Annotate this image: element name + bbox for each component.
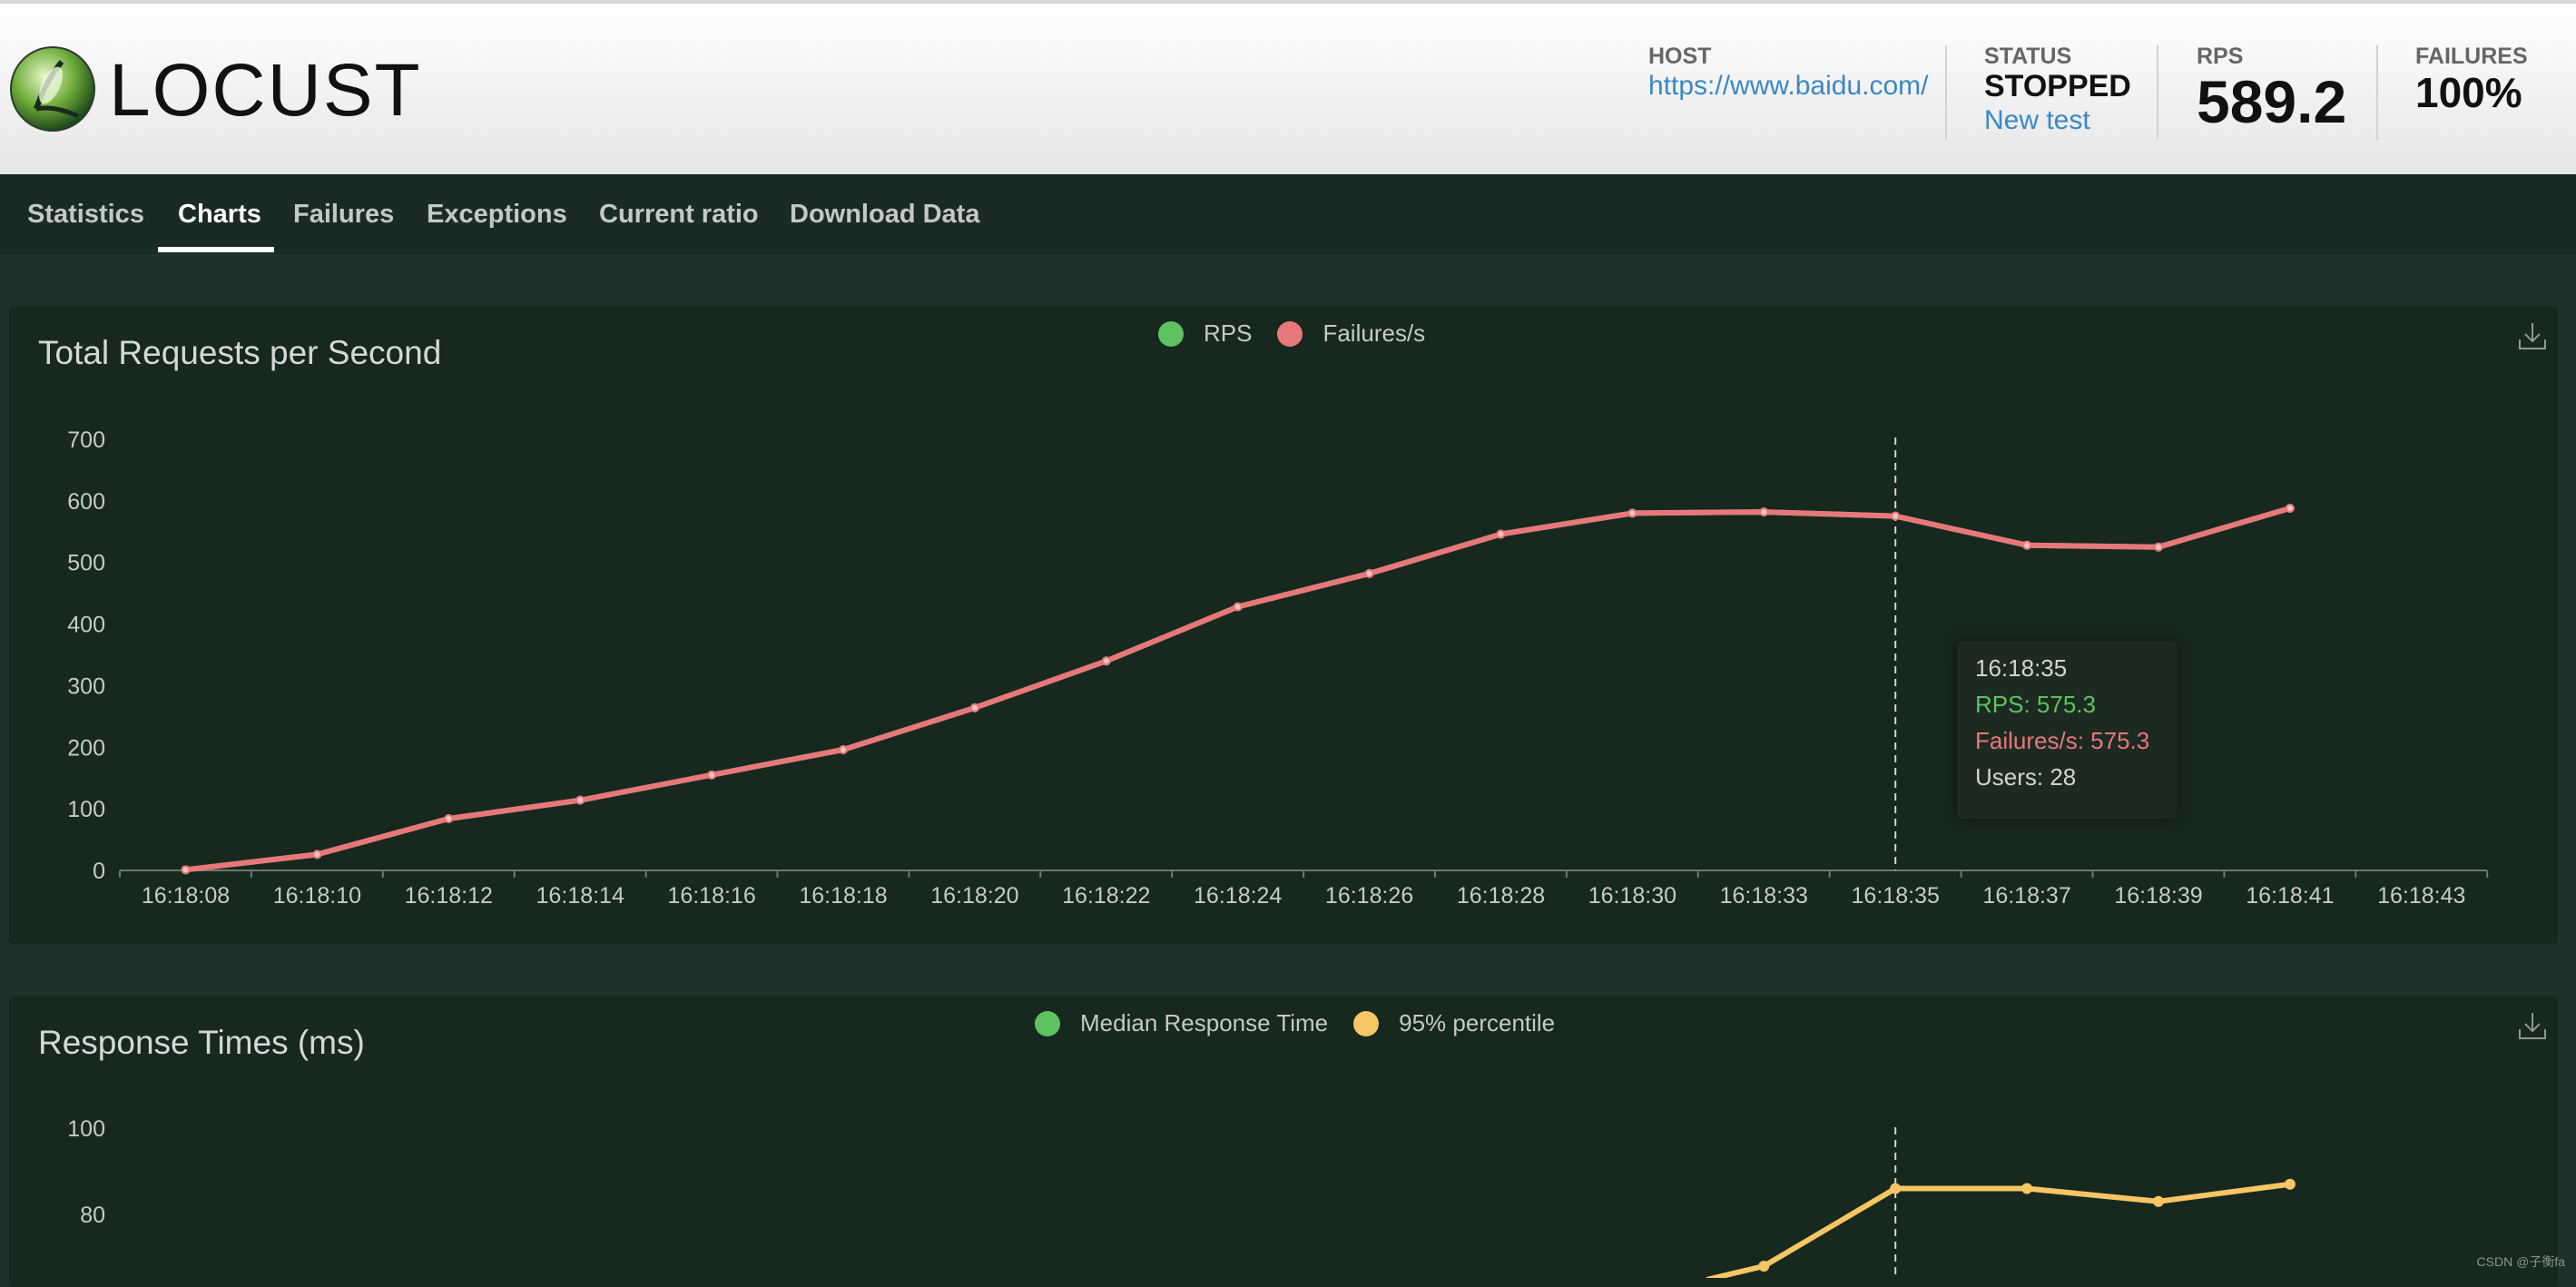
- p95-point: [2021, 1183, 2033, 1194]
- p95-point: [2284, 1178, 2296, 1190]
- y-tick-label: 100: [67, 1116, 105, 1142]
- p95-series-line: [1706, 1181, 2291, 1278]
- y-tick-label: 80: [80, 1203, 105, 1228]
- p95-point: [1890, 1183, 1902, 1194]
- p95-point: [1758, 1261, 1770, 1272]
- watermark: CSDN @子衡fa: [2476, 1254, 2565, 1269]
- response-times-line-chart: 80 100: [67, 1116, 2296, 1278]
- p95-point: [2153, 1195, 2164, 1207]
